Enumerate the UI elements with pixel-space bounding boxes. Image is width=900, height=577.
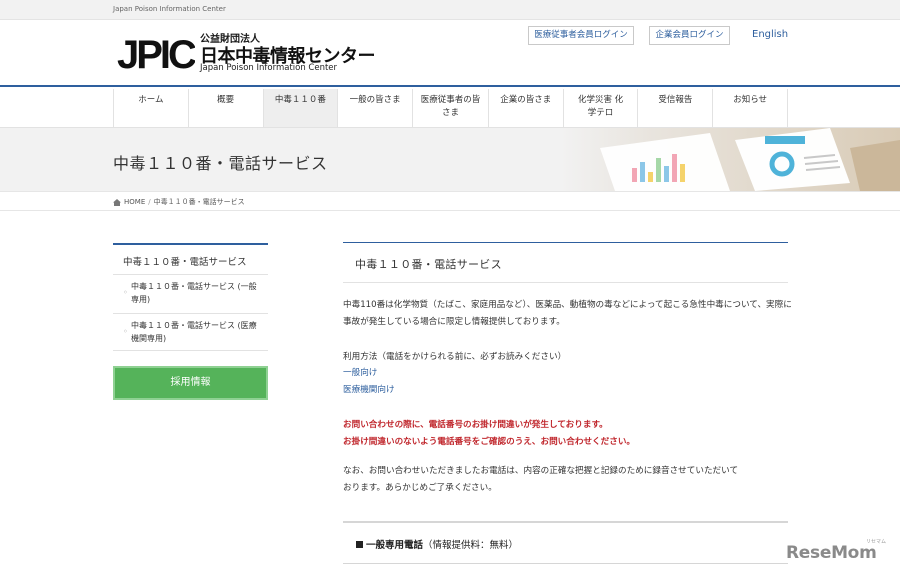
- breadcrumb-separator: /: [148, 198, 151, 206]
- nav-item-general[interactable]: 一般の皆さま: [338, 89, 414, 127]
- sidebar-item-medical[interactable]: ◦ 中毒１１０番・電話サービス (医療機関専用): [113, 314, 268, 351]
- corporate-login-button[interactable]: 企業会員ログイン: [649, 26, 730, 45]
- sidebar-item-label: 中毒１１０番・電話サービス (医療機関専用): [131, 321, 257, 343]
- square-bullet-icon: [356, 541, 363, 548]
- main-content: 中毒１１０番・電話サービス: [343, 242, 788, 283]
- home-icon: [113, 198, 121, 206]
- nav-item-medical[interactable]: 医療従事者の皆さま: [413, 89, 489, 127]
- sidebar-item-label: 中毒１１０番・電話サービス (一般専用): [131, 282, 257, 304]
- general-phone-section: 一般専用電話（情報提供料：無料）: [343, 521, 788, 564]
- breadcrumb-inner: HOME / 中毒１１０番・電話サービス: [113, 197, 245, 207]
- top-bar: Japan Poison Information Center: [0, 0, 900, 20]
- logo-mark-text: JPIC: [117, 33, 195, 74]
- sidebar: 中毒１１０番・電話サービス ◦ 中毒１１０番・電話サービス (一般専用) ◦ 中…: [113, 243, 268, 351]
- recruit-button[interactable]: 採用情報: [113, 366, 268, 400]
- nav-item-poison-110[interactable]: 中毒１１０番: [263, 89, 339, 127]
- recording-note-line-2: おります。あらかじめご了承ください。: [343, 483, 497, 493]
- nav-item-about[interactable]: 概要: [189, 89, 264, 127]
- page-banner: 中毒１１０番・電話サービス: [0, 128, 900, 191]
- recording-note-line-1: なお、お問い合わせいただきましたお電話は、内容の正確な把握と記録のために録音させ…: [343, 466, 739, 476]
- nav-item-reports[interactable]: 受信報告: [638, 89, 714, 127]
- warning-line-2: お掛け間違いのないよう電話番号をご確認のうえ、お問い合わせください。: [343, 437, 636, 447]
- general-link[interactable]: 一般向け: [343, 366, 377, 378]
- english-link[interactable]: English: [752, 29, 788, 40]
- top-bar-text: Japan Poison Information Center: [113, 5, 226, 13]
- usage-heading: 利用方法（電話をかけられる前に、必ずお読みください）: [343, 352, 567, 362]
- breadcrumb: HOME / 中毒１１０番・電話サービス: [0, 191, 900, 211]
- section-heading: 一般専用電話（情報提供料：無料）: [356, 537, 518, 551]
- bullet-icon: ◦: [123, 327, 128, 336]
- page-title: 中毒１１０番・電話サービス: [113, 154, 328, 173]
- sidebar-heading[interactable]: 中毒１１０番・電話サービス: [113, 243, 268, 275]
- logo-text: 公益財団法人 日本中毒情報センター Japan Poison Informati…: [200, 30, 390, 74]
- resemom-watermark-kana: リセマム: [866, 539, 887, 545]
- nav-item-corporate[interactable]: 企業の皆さま: [489, 89, 564, 127]
- nav-item-home[interactable]: ホーム: [114, 89, 189, 127]
- sidebar-item-general[interactable]: ◦ 中毒１１０番・電話サービス (一般専用): [113, 275, 268, 314]
- site-header: JPIC 公益財団法人 日本中毒情報センター Japan Poison Info…: [0, 20, 900, 87]
- jpic-logo-icon: JPIC: [117, 33, 195, 74]
- documents-photo-icon: [560, 128, 900, 191]
- section-subtitle: （情報提供料：無料）: [423, 540, 519, 551]
- nav-item-news[interactable]: お知らせ: [713, 89, 789, 127]
- logo-en: Japan Poison Information Center: [200, 63, 338, 73]
- global-nav: ホーム 概要 中毒１１０番 一般の皆さま 医療従事者の皆さま 企業の皆さま 化学…: [113, 89, 789, 127]
- nav-item-chemical[interactable]: 化学災害 化学テロ: [564, 89, 639, 127]
- resemom-watermark: ReseMom: [786, 543, 877, 563]
- intro-paragraph: 中毒110番は化学物質（たばこ、家庭用品など）、医薬品、動植物の毒などによって起…: [343, 300, 792, 327]
- bullet-icon: ◦: [123, 288, 128, 297]
- medical-link[interactable]: 医療機関向け: [343, 383, 395, 395]
- section-title: 一般専用電話: [366, 540, 424, 551]
- breadcrumb-home[interactable]: HOME: [124, 198, 145, 206]
- medical-login-button[interactable]: 医療従事者会員ログイン: [528, 26, 634, 45]
- breadcrumb-current: 中毒１１０番・電話サービス: [153, 198, 245, 206]
- site-logo[interactable]: JPIC 公益財団法人 日本中毒情報センター Japan Poison Info…: [117, 30, 387, 74]
- content-heading: 中毒１１０番・電話サービス: [343, 242, 788, 283]
- warning-line-1: お問い合わせの際に、電話番号のお掛け間違いが発生しております。: [343, 420, 608, 430]
